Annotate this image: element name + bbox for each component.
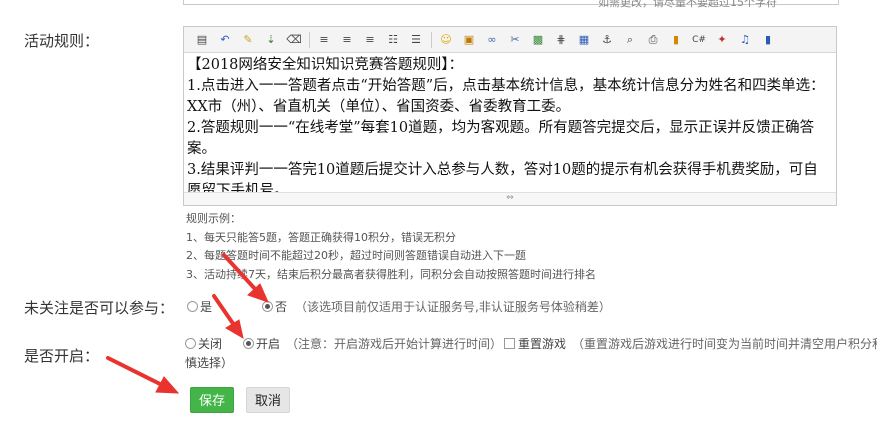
arrow-to-save-button <box>106 356 164 387</box>
reset-game-note: （重置游戏后游戏进行时间变为当前时间并清空用户积分和 <box>572 337 877 351</box>
rules-example-title: 规则示例： <box>186 212 241 225</box>
anchor-icon[interactable]: ⚓ <box>599 32 615 48</box>
enabled-on-note: （注意：开启游戏后开始计算进行时间） <box>286 337 503 351</box>
insert-icon[interactable]: ⇣ <box>263 32 279 48</box>
save-button[interactable]: 保存 <box>190 387 235 413</box>
arrow-head <box>155 376 180 394</box>
enabled-off-option[interactable]: 关闭 <box>185 335 222 352</box>
image-icon[interactable]: ▩ <box>530 32 546 48</box>
participate-yes-option[interactable]: 是 <box>187 298 212 315</box>
undo-icon[interactable]: ↶ <box>217 32 233 48</box>
editor-line: 【2018网络安全知识知识竞赛答题规则】： <box>187 57 464 73</box>
ordered-list-icon[interactable]: ☷ <box>385 32 401 48</box>
rules-example-item: 3、活动持续7天，结束后积分最高者获得胜利，同积分会自动按照答题时间进行排名 <box>186 267 596 281</box>
unlink-icon[interactable]: ✂ <box>507 32 523 48</box>
link-icon[interactable]: ∞ <box>484 32 500 48</box>
rules-editor[interactable]: ▤ ↶ ✎ ⇣ ⌫ ≡ ≡ ≡ ☷ ☰ ☺ ▣ ∞ ✂ ▩ ⋕ ▦ ⚓ ⌕ ⎙ … <box>183 26 837 206</box>
reset-game-note-cont: 慎选择） <box>185 356 234 370</box>
enabled-label: 是否开启： <box>24 347 100 365</box>
arrow-head <box>225 319 244 340</box>
enabled-on-radio[interactable] <box>243 338 254 349</box>
participate-no-radio[interactable] <box>262 301 273 312</box>
horizontal-rule-icon[interactable]: ⋕ <box>553 32 569 48</box>
music-icon[interactable]: ♫ <box>737 32 753 48</box>
enabled-off-radio[interactable] <box>185 338 196 349</box>
name-field-hint: 如需更改，请尽量不要超过15个字符 <box>598 0 777 9</box>
align-right-icon[interactable]: ≡ <box>362 32 378 48</box>
emoji-icon[interactable]: ☺ <box>438 32 454 48</box>
reset-game-option[interactable]: 重置游戏 （重置游戏后游戏进行时间变为当前时间并清空用户积分和 <box>504 335 877 352</box>
insert-image-icon[interactable]: ▣ <box>461 32 477 48</box>
participate-yes-radio[interactable] <box>187 301 198 312</box>
unfollowed-participate-label: 未关注是否可以参与： <box>24 299 175 317</box>
cancel-button[interactable]: 取消 <box>246 387 291 413</box>
enabled-on-option[interactable]: 开启 （注意：开启游戏后开始计算进行时间） <box>243 335 502 352</box>
code-icon[interactable]: C# <box>691 32 707 48</box>
print-icon[interactable]: ⎙ <box>645 32 661 48</box>
toolbar-divider <box>309 31 310 48</box>
enabled-off-label: 关闭 <box>198 337 223 351</box>
find-icon[interactable]: ⌕ <box>622 32 638 48</box>
arrow-to-enable-option <box>212 294 236 327</box>
toolbar-divider <box>431 31 432 48</box>
eraser-icon[interactable]: ⌫ <box>286 32 302 48</box>
rules-example-item: 1、每天只能答5题，答题正确获得10积分，错误无积分 <box>186 230 456 244</box>
video-icon[interactable]: ▮ <box>760 32 776 48</box>
participate-no-option[interactable]: 否 （该选项目前仅适用于认证服务号,非认证服务号体验稍差） <box>262 298 611 315</box>
flash-icon[interactable]: ✦ <box>714 32 730 48</box>
enabled-on-label: 开启 <box>256 337 281 351</box>
participate-note: （该选项目前仅适用于认证服务号,非认证服务号体验稍差） <box>295 300 611 314</box>
reset-game-label: 重置游戏 <box>518 337 567 351</box>
activity-rules-label: 活动规则： <box>24 32 100 50</box>
unordered-list-icon[interactable]: ☰ <box>408 32 424 48</box>
table-icon[interactable]: ▦ <box>576 32 592 48</box>
align-center-icon[interactable]: ≡ <box>339 32 355 48</box>
participate-no-label: 否 <box>275 300 288 314</box>
editor-toolbar: ▤ ↶ ✎ ⇣ ⌫ ≡ ≡ ≡ ☷ ☰ ☺ ▣ ∞ ✂ ▩ ⋕ ▦ ⚓ ⌕ ⎙ … <box>184 27 836 53</box>
editor-line: 1.点击进入一一答题者点击“开始答题”后，点击基本统计信息，基本统计信息分为姓名… <box>187 78 825 115</box>
editor-content[interactable]: 【2018网络安全知识知识竞赛答题规则】： 1.点击进入一一答题者点击“开始答题… <box>184 53 836 202</box>
rules-example-item: 2、每题答题时间不能超过20秒，超过时间则答题错误自动进入下一题 <box>186 249 526 262</box>
editor-resize-handle[interactable]: ⇔ <box>184 192 836 205</box>
participate-yes-label: 是 <box>200 300 213 314</box>
file-icon[interactable]: ▮ <box>668 32 684 48</box>
format-painter-icon[interactable]: ✎ <box>240 32 256 48</box>
source-icon[interactable]: ▤ <box>194 32 210 48</box>
reset-game-checkbox[interactable] <box>504 338 515 349</box>
align-left-icon[interactable]: ≡ <box>316 32 332 48</box>
editor-line: 2.答题规则一一“在线考堂”每套10道题，均为客观题。所有题答完提交后，显示正误… <box>187 120 815 157</box>
rules-example: 规则示例： 1、每天只能答5题，答题正确获得10积分，错误无积分 2、每题答题时… <box>186 210 596 284</box>
